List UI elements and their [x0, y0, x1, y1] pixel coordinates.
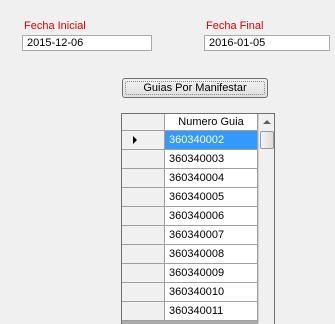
grid-cell[interactable]: 360340010 — [165, 283, 258, 302]
grid-cell[interactable]: 360340003 — [165, 150, 258, 169]
table-row[interactable]: 360340006 — [122, 207, 258, 226]
table-row[interactable]: 360340010 — [122, 283, 258, 302]
table-row[interactable]: 360340009 — [122, 264, 258, 283]
grid-cell[interactable]: 360340011 — [165, 302, 258, 321]
row-header[interactable] — [122, 245, 165, 264]
grid-cell[interactable]: 360340005 — [165, 188, 258, 207]
row-header[interactable] — [122, 207, 165, 226]
row-header[interactable] — [122, 302, 165, 321]
table-row[interactable]: 360340002 — [122, 131, 258, 150]
start-date-label: Fecha Inicial — [24, 20, 86, 32]
row-header[interactable] — [122, 188, 165, 207]
grid-cell[interactable]: 360340009 — [165, 264, 258, 283]
table-row[interactable]: 360340008 — [122, 245, 258, 264]
row-header[interactable] — [122, 226, 165, 245]
grid-rows: 360340002 360340003 360340004 360340005 … — [122, 131, 258, 321]
guias-grid[interactable]: Numero Guia 360340002 360340003 36034000… — [121, 113, 275, 324]
start-date-field[interactable]: 2015-12-06 — [22, 35, 152, 51]
current-row-arrow-icon — [133, 136, 137, 144]
end-date-field[interactable]: 2016-01-05 — [204, 35, 330, 51]
row-header[interactable] — [122, 131, 165, 150]
button-label: Guias Por Manifestar — [143, 82, 247, 94]
table-row[interactable]: 360340004 — [122, 169, 258, 188]
row-header[interactable] — [122, 283, 165, 302]
grid-cell[interactable]: 360340007 — [165, 226, 258, 245]
table-row[interactable]: 360340003 — [122, 150, 258, 169]
table-row[interactable]: 360340007 — [122, 226, 258, 245]
table-row[interactable]: 360340005 — [122, 188, 258, 207]
column-header-numero-guia[interactable]: Numero Guia — [165, 114, 258, 131]
scroll-up-arrow-icon[interactable] — [259, 114, 274, 130]
row-header[interactable] — [122, 150, 165, 169]
grid-corner — [122, 114, 165, 131]
row-header[interactable] — [122, 169, 165, 188]
grid-cell[interactable]: 360340002 — [165, 131, 258, 150]
grid-cell[interactable]: 360340006 — [165, 207, 258, 226]
scroll-thumb[interactable] — [260, 131, 274, 149]
row-header[interactable] — [122, 264, 165, 283]
end-date-label: Fecha Final — [206, 20, 264, 32]
grid-cell[interactable]: 360340004 — [165, 169, 258, 188]
table-row[interactable]: 360340011 — [122, 302, 258, 321]
vertical-scrollbar[interactable] — [258, 114, 274, 324]
guias-por-manifestar-button[interactable]: Guias Por Manifestar — [122, 78, 268, 98]
grid-cell[interactable]: 360340008 — [165, 245, 258, 264]
